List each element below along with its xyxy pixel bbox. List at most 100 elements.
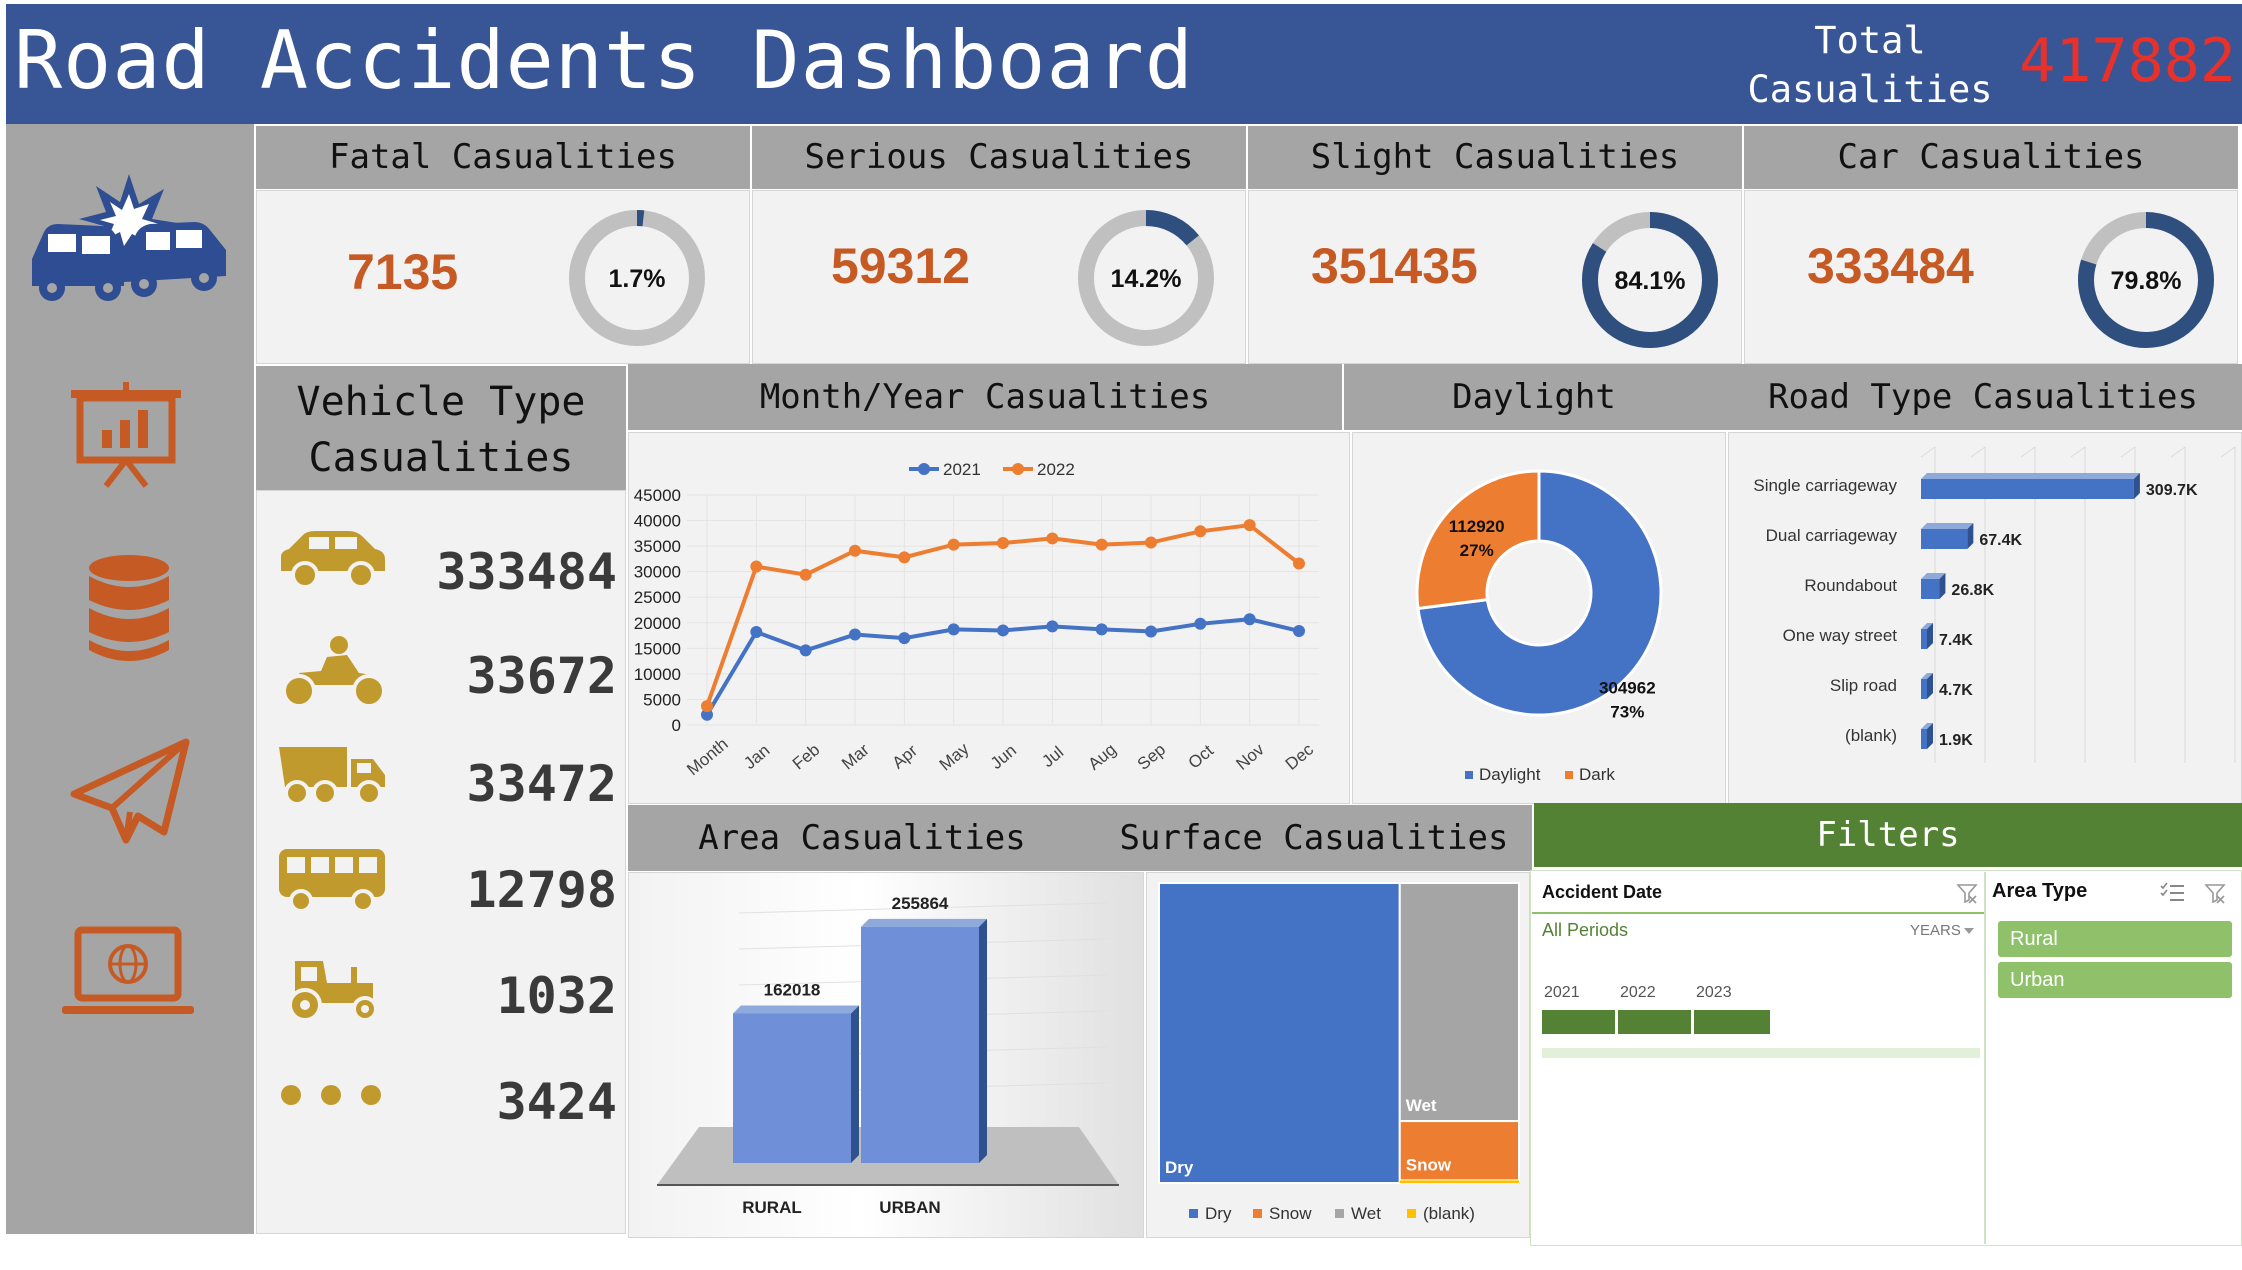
donut-label: 14.2% [1111, 265, 1182, 293]
kpi-donut: 14.2% [1078, 210, 1214, 346]
kpi-donut: 1.7% [569, 210, 705, 346]
database-icon[interactable] [84, 554, 174, 666]
data-point [1243, 519, 1256, 532]
total-casualities-label: Total Casualities [1747, 19, 1993, 111]
slice-label: 304962 [1599, 679, 1656, 698]
category-label: RURAL [742, 1198, 802, 1217]
dashboard-title: Road Accidents Dashboard [14, 14, 1194, 107]
clear-filter-icon[interactable] [1956, 882, 1978, 904]
data-label: 309.7K [2146, 482, 2198, 499]
kpi-car-title: Car Casualities [1744, 126, 2238, 189]
x-tick-label: Mar [838, 740, 873, 774]
slice-label: 112920 [1449, 517, 1505, 536]
month-year-panel: 45000 40000 35000 30000 25000 20000 15000 10000… [628, 432, 1350, 804]
legend-marker [1012, 463, 1024, 475]
slice-label: 73% [1610, 703, 1644, 722]
data-point [750, 625, 763, 638]
timeline-bar[interactable] [1542, 1010, 1616, 1034]
legend-label: 2021 [943, 460, 981, 479]
motorbike-icon [282, 636, 386, 708]
legend-marker [1565, 771, 1573, 779]
data-point [997, 537, 1009, 550]
gridline [1970, 446, 1986, 458]
legend-label: Wet [1351, 1204, 1381, 1223]
timeline-unit-dropdown[interactable]: YEARS [1910, 922, 1961, 939]
paper-plane-icon[interactable] [68, 736, 192, 844]
timeline-period: All Periods [1542, 920, 1629, 940]
timeline-divider [1532, 912, 1984, 914]
tractor-icon [288, 961, 378, 1022]
timeline-scrollbar[interactable] [1542, 1048, 1980, 1058]
legend-marker [1253, 1209, 1262, 1218]
slice-label: 27% [1460, 541, 1494, 560]
treemap-tile-wet [1398, 882, 1520, 1123]
data-point [849, 544, 861, 557]
data-point [1046, 532, 1059, 545]
vehicle-value-other: 3424 [496, 1073, 617, 1131]
daylight-donut-chart: 304962 73% 112920 27% Daylight Dark [1415, 469, 1663, 784]
data-point [898, 551, 911, 564]
data-point [1145, 536, 1157, 549]
data-point [947, 623, 960, 636]
timeline-bar[interactable] [1694, 1010, 1770, 1034]
data-point [1095, 538, 1108, 551]
data-point [947, 538, 960, 551]
gridline [2170, 446, 2186, 458]
month-year-line-chart: 45000 40000 35000 30000 25000 20000 15000 10000… [634, 460, 1319, 779]
vehicle-value-truck: 33472 [466, 755, 617, 813]
x-tick-label: Nov [1232, 739, 1268, 773]
vehicle-value-car: 333484 [436, 543, 617, 601]
vehicle-value-tractor: 1032 [496, 967, 617, 1025]
y-tick-label: 5000 [643, 690, 681, 709]
data-point [898, 632, 911, 645]
laptop-globe-icon[interactable] [60, 924, 196, 1020]
bar [733, 1013, 851, 1163]
slicer-item-rural[interactable]: Rural [1998, 921, 2232, 957]
kpi-serious-title: Serious Casualities [752, 126, 1246, 189]
chevron-down-icon[interactable] [1964, 928, 1974, 934]
treemap-tile-dry [1158, 882, 1401, 1184]
y-tick-label: 40000 [634, 512, 681, 531]
legend-marker [918, 463, 930, 475]
vehicle-type-title: Vehicle Type Casualities [256, 366, 626, 490]
legend-marker [1407, 1209, 1416, 1218]
data-point [1243, 613, 1256, 626]
gridline [2220, 446, 2236, 458]
y-tick-label: 35000 [634, 537, 681, 556]
data-point [1293, 624, 1305, 637]
x-tick-label: Aug [1084, 740, 1119, 774]
area-type-slicer-title: Area Type [1992, 880, 2088, 902]
category-label: Slip road [1830, 676, 1897, 695]
legend-marker [1465, 771, 1473, 779]
category-label: Dual carriageway [1766, 526, 1898, 545]
bar [1921, 679, 1927, 699]
kpi-slight-card: 351435 84.1% [1248, 190, 1742, 364]
vehicle-value-motorbike: 33672 [466, 647, 617, 705]
category-label: URBAN [879, 1198, 940, 1217]
data-label: 1.9K [1939, 732, 1973, 749]
presentation-chart-icon[interactable] [66, 378, 186, 488]
gridline [2020, 446, 2036, 458]
data-point [799, 568, 812, 581]
y-tick-label: 0 [672, 716, 681, 735]
kpi-value: 333484 [1807, 238, 1974, 294]
legend-label: 2022 [1037, 460, 1075, 479]
vehicle-type-panel: 333484 33672 33472 12798 1032 3424 [256, 490, 626, 1234]
legend-label: Snow [1269, 1204, 1312, 1223]
multi-select-icon[interactable] [2160, 882, 2186, 904]
clear-filter-icon[interactable] [2204, 882, 2226, 904]
bar-top [1921, 473, 2140, 479]
date-timeline: Accident Date All Periods YEARS 2021 202… [1532, 872, 1986, 1244]
x-tick-label: Sep [1134, 740, 1169, 774]
timeline-bar[interactable] [1618, 1010, 1692, 1034]
legend-marker [1189, 1209, 1198, 1218]
slicer-item-urban[interactable]: Urban [1998, 962, 2232, 998]
category-label: Roundabout [1804, 576, 1897, 595]
bar [861, 926, 979, 1163]
data-label: 4.7K [1939, 682, 1973, 699]
data-label: 67.4K [1979, 532, 2022, 549]
car-crash-icon[interactable] [24, 164, 234, 314]
vehicle-row-bus: 12798 [277, 847, 617, 937]
road-type-panel: Single carriageway 309.7K Dual carriageway… [1728, 432, 2242, 804]
legend-label: (blank) [1423, 1204, 1475, 1223]
